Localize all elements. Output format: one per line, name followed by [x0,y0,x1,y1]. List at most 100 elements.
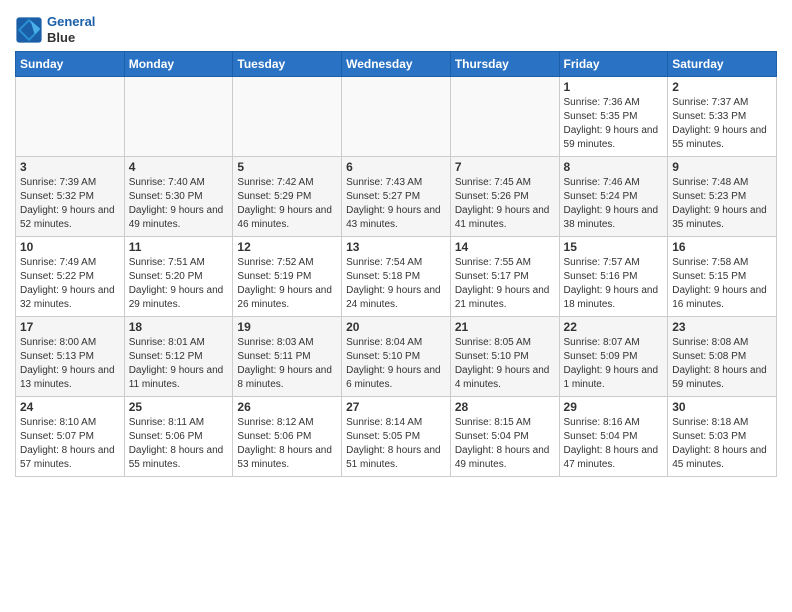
day-info: Sunrise: 8:01 AM Sunset: 5:12 PM Dayligh… [129,336,229,392]
day-number: 28 [455,400,555,414]
day-info: Sunrise: 7:40 AM Sunset: 5:30 PM Dayligh… [129,176,229,232]
day-info: Sunrise: 8:04 AM Sunset: 5:10 PM Dayligh… [346,336,446,392]
calendar-day-cell [16,77,125,157]
calendar-day-cell: 5 Sunrise: 7:42 AM Sunset: 5:29 PM Daylig… [233,157,342,237]
calendar-day-cell [450,77,559,157]
day-number: 13 [346,240,446,254]
day-info: Sunrise: 8:11 AM Sunset: 5:06 PM Dayligh… [129,416,229,472]
day-of-week-header: Wednesday [342,52,451,77]
day-info: Sunrise: 8:14 AM Sunset: 5:05 PM Dayligh… [346,416,446,472]
day-number: 17 [20,320,120,334]
calendar-day-cell: 30 Sunrise: 8:18 AM Sunset: 5:03 PM Dayli… [668,397,777,477]
day-info: Sunrise: 7:37 AM Sunset: 5:33 PM Dayligh… [672,96,772,152]
calendar-day-cell [233,77,342,157]
day-of-week-header: Tuesday [233,52,342,77]
calendar-day-cell [342,77,451,157]
day-info: Sunrise: 7:46 AM Sunset: 5:24 PM Dayligh… [564,176,664,232]
day-info: Sunrise: 7:51 AM Sunset: 5:20 PM Dayligh… [129,256,229,312]
day-info: Sunrise: 7:52 AM Sunset: 5:19 PM Dayligh… [237,256,337,312]
day-number: 23 [672,320,772,334]
day-info: Sunrise: 7:54 AM Sunset: 5:18 PM Dayligh… [346,256,446,312]
calendar-day-cell: 20 Sunrise: 8:04 AM Sunset: 5:10 PM Dayli… [342,317,451,397]
day-info: Sunrise: 7:48 AM Sunset: 5:23 PM Dayligh… [672,176,772,232]
calendar-day-cell [124,77,233,157]
day-number: 4 [129,160,229,174]
day-number: 1 [564,80,664,94]
calendar-day-cell: 28 Sunrise: 8:15 AM Sunset: 5:04 PM Dayli… [450,397,559,477]
calendar-day-cell: 27 Sunrise: 8:14 AM Sunset: 5:05 PM Dayli… [342,397,451,477]
calendar-week-row: 3Sunrise: 7:39 AM Sunset: 5:32 PM Daylig… [16,157,777,237]
day-number: 16 [672,240,772,254]
day-number: 7 [455,160,555,174]
calendar-week-row: 24 Sunrise: 8:10 AM Sunset: 5:07 PM Dayli… [16,397,777,477]
day-number: 15 [564,240,664,254]
day-info: Sunrise: 7:45 AM Sunset: 5:26 PM Dayligh… [455,176,555,232]
day-number: 8 [564,160,664,174]
calendar-header-row: SundayMondayTuesdayWednesdayThursdayFrid… [16,52,777,77]
day-number: 18 [129,320,229,334]
day-info: Sunrise: 8:10 AM Sunset: 5:07 PM Dayligh… [20,416,120,472]
logo-text: General Blue [47,14,95,45]
day-number: 30 [672,400,772,414]
calendar-day-cell: 18 Sunrise: 8:01 AM Sunset: 5:12 PM Dayli… [124,317,233,397]
day-info: Sunrise: 8:00 AM Sunset: 5:13 PM Dayligh… [20,336,120,392]
day-info: Sunrise: 7:57 AM Sunset: 5:16 PM Dayligh… [564,256,664,312]
day-number: 19 [237,320,337,334]
day-info: Sunrise: 8:12 AM Sunset: 5:06 PM Dayligh… [237,416,337,472]
day-info: Sunrise: 8:03 AM Sunset: 5:11 PM Dayligh… [237,336,337,392]
calendar-table: SundayMondayTuesdayWednesdayThursdayFrid… [15,51,777,477]
day-number: 9 [672,160,772,174]
calendar-day-cell: 8 Sunrise: 7:46 AM Sunset: 5:24 PM Daylig… [559,157,668,237]
calendar-day-cell: 17 Sunrise: 8:00 AM Sunset: 5:13 PM Dayli… [16,317,125,397]
day-of-week-header: Sunday [16,52,125,77]
calendar-day-cell: 6Sunrise: 7:43 AM Sunset: 5:27 PM Daylig… [342,157,451,237]
calendar-day-cell: 7 Sunrise: 7:45 AM Sunset: 5:26 PM Daylig… [450,157,559,237]
day-number: 21 [455,320,555,334]
day-info: Sunrise: 8:16 AM Sunset: 5:04 PM Dayligh… [564,416,664,472]
day-number: 26 [237,400,337,414]
day-info: Sunrise: 7:58 AM Sunset: 5:15 PM Dayligh… [672,256,772,312]
day-number: 20 [346,320,446,334]
day-info: Sunrise: 7:39 AM Sunset: 5:32 PM Dayligh… [20,176,120,232]
day-info: Sunrise: 8:08 AM Sunset: 5:08 PM Dayligh… [672,336,772,392]
day-number: 14 [455,240,555,254]
day-number: 24 [20,400,120,414]
day-info: Sunrise: 8:07 AM Sunset: 5:09 PM Dayligh… [564,336,664,392]
calendar-day-cell: 23 Sunrise: 8:08 AM Sunset: 5:08 PM Dayli… [668,317,777,397]
calendar-day-cell: 15 Sunrise: 7:57 AM Sunset: 5:16 PM Dayli… [559,237,668,317]
calendar-day-cell: 2 Sunrise: 7:37 AM Sunset: 5:33 PM Daylig… [668,77,777,157]
day-of-week-header: Saturday [668,52,777,77]
day-info: Sunrise: 8:15 AM Sunset: 5:04 PM Dayligh… [455,416,555,472]
day-number: 5 [237,160,337,174]
day-number: 2 [672,80,772,94]
day-info: Sunrise: 7:42 AM Sunset: 5:29 PM Dayligh… [237,176,337,232]
calendar-day-cell: 25 Sunrise: 8:11 AM Sunset: 5:06 PM Dayli… [124,397,233,477]
calendar-week-row: 17 Sunrise: 8:00 AM Sunset: 5:13 PM Dayli… [16,317,777,397]
calendar-day-cell: 21 Sunrise: 8:05 AM Sunset: 5:10 PM Dayli… [450,317,559,397]
calendar-day-cell: 24 Sunrise: 8:10 AM Sunset: 5:07 PM Dayli… [16,397,125,477]
calendar-day-cell: 19 Sunrise: 8:03 AM Sunset: 5:11 PM Dayli… [233,317,342,397]
day-number: 25 [129,400,229,414]
page-container: General Blue SundayMondayTuesdayWednesda… [0,0,792,487]
calendar-day-cell: 29 Sunrise: 8:16 AM Sunset: 5:04 PM Dayli… [559,397,668,477]
calendar-day-cell: 10Sunrise: 7:49 AM Sunset: 5:22 PM Dayli… [16,237,125,317]
calendar-day-cell: 22 Sunrise: 8:07 AM Sunset: 5:09 PM Dayli… [559,317,668,397]
day-info: Sunrise: 8:05 AM Sunset: 5:10 PM Dayligh… [455,336,555,392]
calendar-day-cell: 1Sunrise: 7:36 AM Sunset: 5:35 PM Daylig… [559,77,668,157]
day-info: Sunrise: 8:18 AM Sunset: 5:03 PM Dayligh… [672,416,772,472]
logo: General Blue [15,14,95,45]
day-number: 27 [346,400,446,414]
day-number: 22 [564,320,664,334]
calendar-day-cell: 12Sunrise: 7:52 AM Sunset: 5:19 PM Dayli… [233,237,342,317]
day-number: 29 [564,400,664,414]
day-number: 10 [20,240,120,254]
day-number: 6 [346,160,446,174]
page-header: General Blue [15,10,777,45]
calendar-week-row: 1Sunrise: 7:36 AM Sunset: 5:35 PM Daylig… [16,77,777,157]
calendar-week-row: 10Sunrise: 7:49 AM Sunset: 5:22 PM Dayli… [16,237,777,317]
calendar-day-cell: 16 Sunrise: 7:58 AM Sunset: 5:15 PM Dayli… [668,237,777,317]
logo-icon [15,16,43,44]
calendar-day-cell: 11Sunrise: 7:51 AM Sunset: 5:20 PM Dayli… [124,237,233,317]
day-of-week-header: Monday [124,52,233,77]
calendar-day-cell: 14Sunrise: 7:55 AM Sunset: 5:17 PM Dayli… [450,237,559,317]
